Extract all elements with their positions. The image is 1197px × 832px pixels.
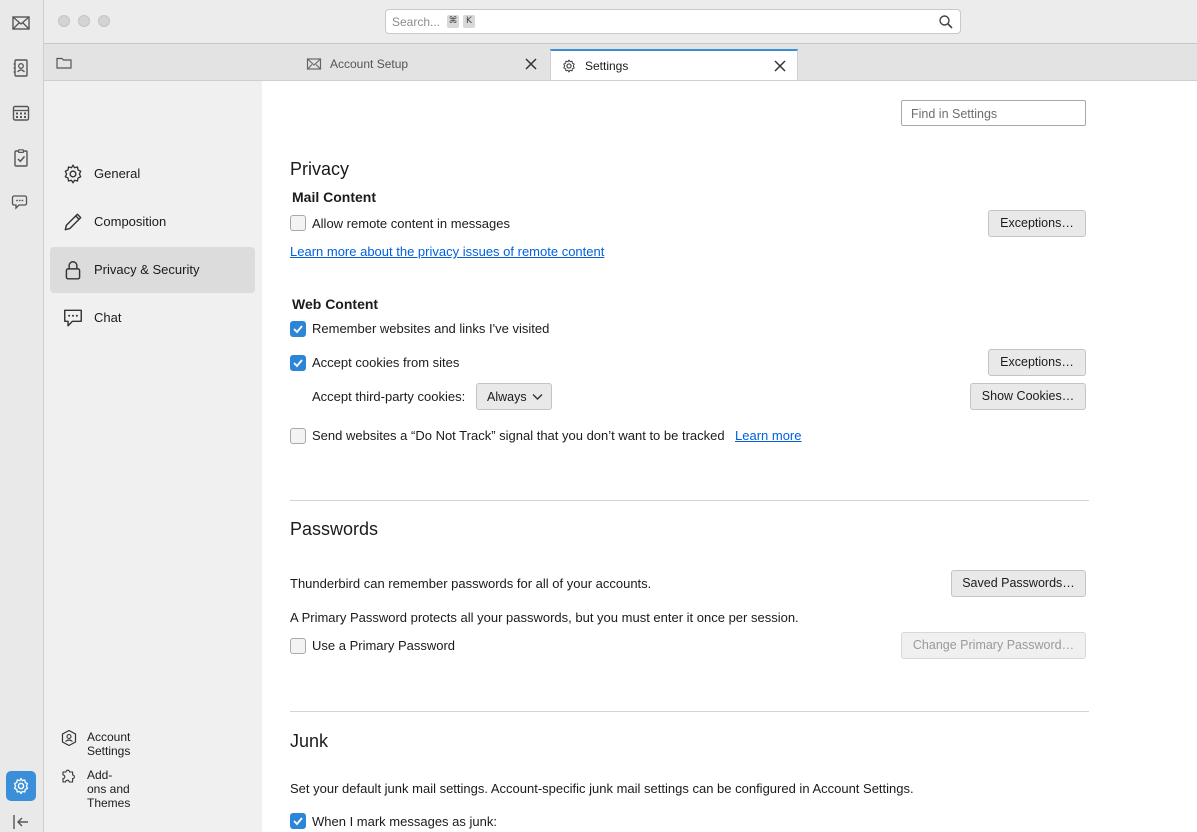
gear-icon <box>64 164 82 184</box>
mark-as-junk-checkbox[interactable] <box>290 813 306 829</box>
checkmark-icon <box>293 325 303 334</box>
chat-space-button[interactable] <box>6 187 36 217</box>
privacy-heading: Privacy <box>290 159 350 179</box>
saved-passwords-button[interactable]: Saved Passwords… <box>951 570 1086 597</box>
sidebar-item-composition[interactable]: Composition <box>50 199 255 245</box>
passwords-heading: Passwords <box>290 519 379 539</box>
use-primary-password-label: Use a Primary Password <box>312 638 456 653</box>
footer-item-label: Account Settings <box>87 730 131 758</box>
tasks-icon <box>14 149 28 167</box>
mail-icon <box>12 16 30 30</box>
change-primary-password-button[interactable]: Change Primary Password… <box>901 632 1086 659</box>
spaces-toolbar <box>0 0 44 832</box>
sidebar-item-general[interactable]: General <box>50 151 255 197</box>
sidebar-item-label: Chat <box>94 310 122 325</box>
web-content-heading: Web Content <box>292 296 379 312</box>
do-not-track-label: Send websites a “Do Not Track” signal th… <box>312 428 725 443</box>
remember-websites-checkbox[interactable] <box>290 321 306 337</box>
show-cookies-button[interactable]: Show Cookies… <box>970 383 1086 410</box>
use-primary-password-checkbox[interactable] <box>290 638 306 654</box>
address-book-icon <box>13 59 28 77</box>
global-search-input[interactable]: Search... ⌘ K <box>385 9 961 34</box>
mark-as-junk-label: When I mark messages as junk: <box>312 814 497 829</box>
shortcut-cmd-key: ⌘ <box>447 15 459 28</box>
section-divider <box>290 711 1089 712</box>
checkmark-icon <box>293 817 303 826</box>
checkmark-icon <box>293 359 303 368</box>
find-in-settings-input[interactable]: Find in Settings <box>901 100 1086 126</box>
zoom-window-button[interactable] <box>98 15 110 27</box>
cookie-exceptions-button[interactable]: Exceptions… <box>988 349 1086 376</box>
do-not-track-learn-more-link[interactable]: Learn more <box>735 428 801 443</box>
find-placeholder: Find in Settings <box>911 107 998 121</box>
sidebar-item-chat[interactable]: Chat <box>50 295 255 341</box>
pencil-icon <box>64 213 82 231</box>
section-divider <box>290 500 1089 501</box>
search-placeholder: Search... <box>392 15 441 29</box>
third-party-cookies-label: Accept third-party cookies: <box>312 389 466 404</box>
gear-icon <box>563 59 575 73</box>
tab-label: Account Setup <box>330 57 409 71</box>
remember-websites-label: Remember websites and links I've visited <box>312 321 550 336</box>
do-not-track-checkbox[interactable] <box>290 428 306 444</box>
accept-cookies-checkbox[interactable] <box>290 355 306 371</box>
close-icon[interactable] <box>773 59 787 73</box>
sidebar-item-label: Composition <box>94 214 167 229</box>
settings-sidebar: General Composition Privacy & Security C… <box>44 81 262 832</box>
allow-remote-content-checkbox[interactable] <box>290 215 306 231</box>
minimize-window-button[interactable] <box>78 15 90 27</box>
remote-content-exceptions-button[interactable]: Exceptions… <box>988 210 1086 237</box>
account-settings-icon <box>61 729 77 747</box>
shortcut-k-key: K <box>463 15 475 28</box>
footer-item-label: Add-ons and Themes <box>87 768 131 810</box>
title-bar: Search... ⌘ K <box>44 0 1197 44</box>
close-icon[interactable] <box>524 57 538 71</box>
junk-description: Set your default junk mail settings. Acc… <box>290 781 914 796</box>
mail-content-heading: Mail Content <box>292 189 376 205</box>
accept-cookies-label: Accept cookies from sites <box>312 355 460 370</box>
settings-space-button[interactable] <box>6 771 36 801</box>
settings-content: Find in Settings Privacy Mail Content Al… <box>262 81 1197 832</box>
search-icon <box>939 15 953 29</box>
learn-more-remote-content-link[interactable]: Learn more about the privacy issues of r… <box>290 244 604 259</box>
tab-label: Settings <box>585 59 629 73</box>
folder-icon[interactable] <box>56 57 72 69</box>
puzzle-icon <box>62 769 75 783</box>
lock-icon <box>65 261 81 280</box>
allow-remote-content-label: Allow remote content in messages <box>312 216 510 231</box>
chat-icon <box>64 309 82 327</box>
calendar-icon <box>12 105 30 121</box>
collapse-arrow-icon <box>13 815 28 829</box>
third-party-cookies-select[interactable]: Always <box>476 383 552 410</box>
sidebar-item-label: Privacy & Security <box>94 262 200 277</box>
collapse-toolbar-button[interactable] <box>6 812 36 832</box>
tab-settings[interactable]: Settings <box>550 49 798 80</box>
mail-space-button[interactable] <box>6 8 36 38</box>
tab-bar: Account Setup Settings <box>44 44 1197 81</box>
remember-passwords-text: Thunderbird can remember passwords for a… <box>290 576 652 591</box>
calendar-space-button[interactable] <box>6 98 36 128</box>
close-window-button[interactable] <box>58 15 70 27</box>
chat-bubbles-icon <box>11 195 28 210</box>
gear-icon <box>13 777 29 795</box>
envelope-icon <box>306 58 322 70</box>
tab-account-setup[interactable]: Account Setup <box>296 49 548 80</box>
junk-heading: Junk <box>290 731 329 751</box>
address-book-space-button[interactable] <box>6 53 36 83</box>
sidebar-item-privacy-security[interactable]: Privacy & Security <box>50 247 255 293</box>
sidebar-item-label: General <box>94 166 141 181</box>
chevron-down-icon <box>532 394 543 400</box>
primary-password-text: A Primary Password protects all your pas… <box>290 610 799 625</box>
select-value: Always <box>487 390 527 404</box>
tasks-space-button[interactable] <box>6 143 36 173</box>
